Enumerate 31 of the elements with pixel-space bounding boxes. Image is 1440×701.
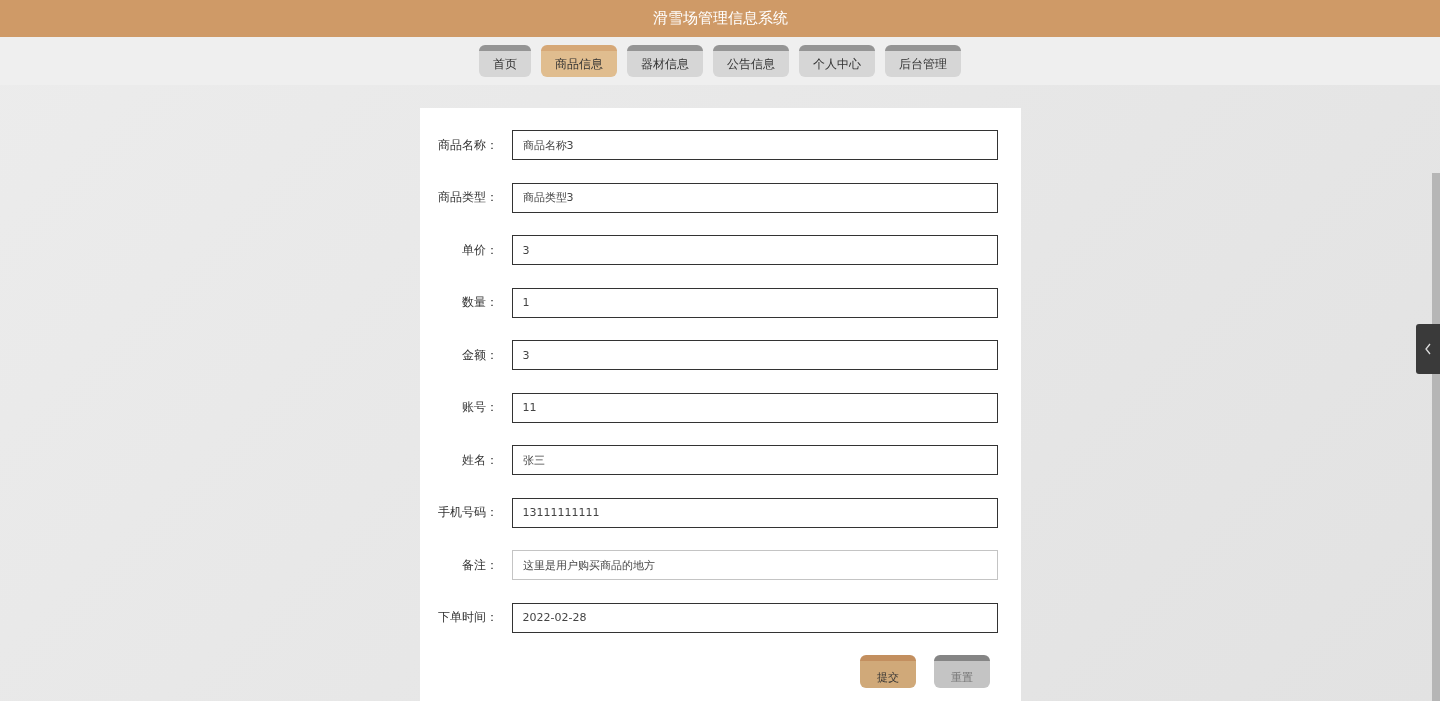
field-label: 下单时间： [436,609,498,626]
input-field[interactable]: 张三 [511,445,998,475]
chevron-left-icon [1424,343,1432,355]
field-label: 备注： [460,556,498,574]
nav-tab[interactable]: 公告信息 [713,45,789,77]
input-field[interactable]: 13111111111 [511,497,998,528]
input-field[interactable]: 2022-02-28 [511,602,998,633]
nav-tab[interactable]: 商品信息 [541,45,617,77]
site-title: 滑雪场管理信息系统 [652,9,788,28]
nav-tab[interactable]: 首页 [479,45,531,77]
side-panel-toggle[interactable] [1416,324,1440,374]
field-label: 数量： [460,294,498,311]
field-label: 商品类型： [436,189,498,206]
submit-button[interactable]: 提交 [859,655,916,688]
field-label: 手机号码： [436,504,498,521]
field-label: 账号： [460,399,498,416]
input-field[interactable]: 商品类型3 [511,182,998,213]
nav-tab[interactable]: 个人中心 [799,45,875,77]
field-label: 金额： [460,346,498,364]
input-field[interactable]: 这里是用户购买商品的地方 [511,550,998,580]
nav-tab[interactable]: 器材信息 [627,45,703,77]
input-field[interactable]: 1 [511,287,998,318]
input-field[interactable]: 商品名称3 [511,130,998,160]
nav-tab[interactable]: 后台管理 [885,45,961,77]
input-field[interactable]: 3 [511,340,998,370]
scrollbar-thumb[interactable] [1432,173,1440,701]
field-label: 姓名： [460,451,498,469]
input-field[interactable]: 11 [511,392,998,423]
field-label: 商品名称： [436,136,498,154]
input-field[interactable]: 3 [511,235,998,265]
field-label: 单价： [460,241,498,259]
